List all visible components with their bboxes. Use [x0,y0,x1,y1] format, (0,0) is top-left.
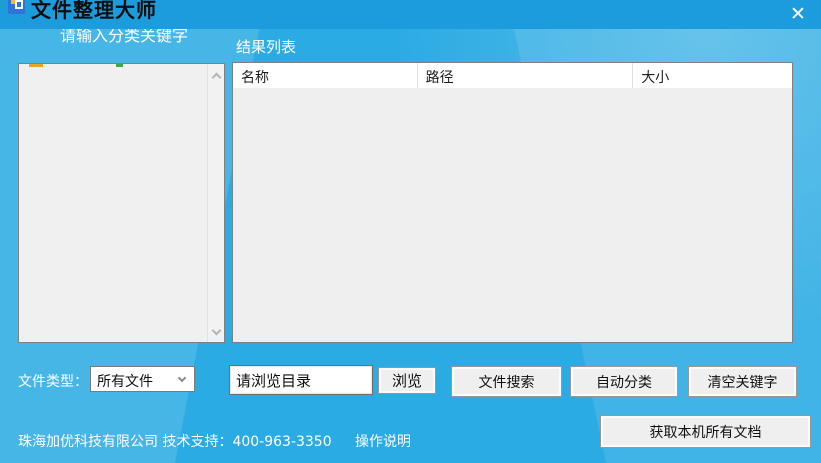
app-icon [8,0,25,14]
close-icon[interactable]: ✕ [782,1,814,28]
scroll-down-icon[interactable] [211,325,222,336]
results-section-label: 结果列表 [236,38,297,56]
list-item-fragment-green [116,64,123,67]
help-link[interactable]: 操作说明 [355,431,411,451]
results-table-header: 名称 路径 大小 [233,63,792,88]
file-type-selected-value: 所有文件 [97,374,153,390]
clear-keywords-button[interactable]: 清空关键字 [688,366,797,397]
window-title-wrap: 文件整理大师 [31,0,157,21]
get-all-docs-button[interactable]: 获取本机所有文档 [600,415,811,448]
app-window: 文件整理大师 ✕ 请输入分类关键字 结果列表 名称 路径 大小 文件类型： 所有… [0,0,821,463]
keyword-listbox[interactable] [18,63,225,343]
titlebar: 文件整理大师 ✕ [0,0,821,29]
auto-classify-button[interactable]: 自动分类 [570,366,678,397]
chevron-down-icon [177,373,187,383]
listbox-scrollbar[interactable] [207,64,224,342]
file-search-button[interactable]: 文件搜索 [451,366,562,397]
results-table-body [233,88,792,342]
browse-button[interactable]: 浏览 [378,367,436,394]
file-type-select[interactable]: 所有文件 [90,366,195,392]
app-icon-white-frame [15,0,23,9]
directory-input[interactable] [229,365,373,395]
company-support-text: 珠海加优科技有限公司 技术支持：400-963-3350 [18,434,332,450]
keyword-label: 请输入分类关键字 [60,29,189,45]
window-title: 文件整理大师 [31,0,157,21]
results-table: 名称 路径 大小 [232,62,793,343]
column-header-size[interactable]: 大小 [633,63,792,88]
column-header-name[interactable]: 名称 [233,63,418,88]
scroll-up-icon[interactable] [211,72,222,83]
keyword-label-wrap: 请输入分类关键字 [60,29,188,46]
column-header-path[interactable]: 路径 [418,63,634,88]
list-item-fragment-orange [29,64,43,67]
file-type-label: 文件类型： [18,374,88,390]
